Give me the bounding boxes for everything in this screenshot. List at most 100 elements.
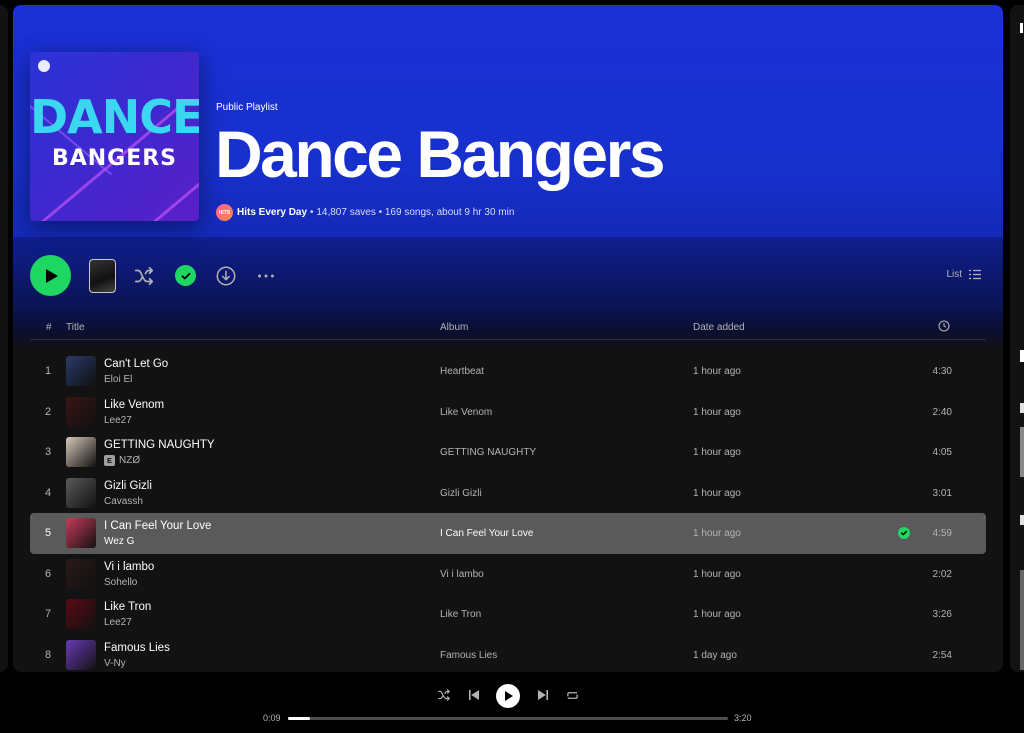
panel-fragment <box>1020 23 1023 33</box>
clock-icon <box>938 320 950 332</box>
app-window: DANCE BANGERS Public Playlist Dance Bang… <box>0 0 1024 733</box>
track-artist[interactable]: Wez G <box>104 536 134 547</box>
track-album[interactable]: Like Tron <box>440 609 481 620</box>
track-duration: 2:02 <box>932 568 952 580</box>
owner-link[interactable]: Hits Every Day <box>237 207 307 218</box>
preview-thumbnail[interactable] <box>89 259 116 293</box>
panel-fragment <box>1020 515 1024 525</box>
track-duration: 4:05 <box>932 447 952 458</box>
owner-avatar[interactable]: HITS <box>216 204 233 221</box>
next-icon <box>538 690 548 700</box>
download-icon <box>216 266 236 286</box>
track-duration: 2:54 <box>932 649 952 661</box>
track-duration: 3:01 <box>932 487 952 499</box>
panel-fragment <box>1020 403 1024 413</box>
track-artist[interactable]: Sohello <box>104 577 137 588</box>
track-artwork <box>66 356 96 386</box>
track-number: 4 <box>44 486 52 499</box>
elapsed-time: 0:09 <box>263 713 281 723</box>
track-row[interactable]: 2 Like Venom Lee27 Like Venom 1 hour ago 2:40 <box>30 392 986 433</box>
left-sidebar-edge <box>0 5 8 672</box>
track-album[interactable]: Vi i lambo <box>440 569 484 580</box>
cover-title-line2: BANGERS <box>51 146 178 171</box>
track-title[interactable]: GETTING NAUGHTY <box>104 439 215 451</box>
playlist-meta: HITS Hits Every Day • 14,807 saves • 169… <box>216 204 514 221</box>
track-artist[interactable]: NZØ <box>119 455 140 466</box>
player-bar: 0:09 3:20 <box>0 675 1024 733</box>
progress-bar[interactable] <box>288 717 728 720</box>
track-title[interactable]: I Can Feel Your Love <box>104 520 211 532</box>
list-icon <box>969 269 981 280</box>
track-row[interactable]: 1 Can't Let Go Eloi El Heartbeat 1 hour ago 4… <box>30 351 986 392</box>
repeat-button[interactable] <box>564 687 580 703</box>
track-album[interactable]: Like Venom <box>440 407 492 418</box>
next-button[interactable] <box>535 687 551 703</box>
player-play-button[interactable] <box>496 684 520 708</box>
track-row[interactable]: 3 GETTING NAUGHTY E NZØ GETTING NAUGHTY 1 hou… <box>30 432 986 473</box>
liked-button[interactable] <box>898 527 910 539</box>
view-mode-button[interactable]: List <box>946 269 981 280</box>
track-artwork <box>66 437 96 467</box>
track-row[interactable]: 8 Famous Lies V-Ny Famous Lies 1 day ago 2:54 <box>30 635 986 673</box>
track-number: 6 <box>44 567 52 580</box>
track-date-added: 1 hour ago <box>693 406 741 418</box>
saved-to-library-button[interactable] <box>175 265 196 286</box>
track-date-added: 1 day ago <box>693 649 737 661</box>
download-button[interactable] <box>215 265 237 287</box>
track-artist[interactable]: Lee27 <box>104 415 132 426</box>
track-artwork <box>66 639 96 670</box>
playlist-stats: • 14,807 saves • 169 songs, about 9 hr 3… <box>310 207 515 218</box>
shuffle-button[interactable] <box>133 265 155 287</box>
track-row[interactable]: 5 I Can Feel Your Love Wez G I Can Feel You… <box>30 513 986 554</box>
column-title[interactable]: Title <box>66 322 85 333</box>
page-title: Dance Bangers <box>215 117 666 191</box>
track-artwork <box>66 396 96 427</box>
more-options-button[interactable] <box>255 265 277 287</box>
track-duration: 4:59 <box>932 528 952 539</box>
track-album[interactable]: Famous Lies <box>440 650 497 661</box>
shuffle-icon <box>438 689 450 701</box>
right-panel-edge <box>1010 5 1024 672</box>
column-duration[interactable] <box>938 320 950 335</box>
spotify-logo-icon <box>38 60 50 72</box>
track-artist[interactable]: V-Ny <box>104 658 126 669</box>
track-artist[interactable]: Cavassh <box>104 496 143 507</box>
track-artist-line: E NZØ <box>104 455 140 466</box>
column-album[interactable]: Album <box>440 322 468 333</box>
playlist-cover[interactable]: DANCE BANGERS <box>30 52 199 221</box>
previous-button[interactable] <box>466 687 482 703</box>
track-date-added: 1 hour ago <box>693 366 741 377</box>
track-title[interactable]: Can't Let Go <box>104 358 168 370</box>
track-artist[interactable]: Eloi El <box>104 374 132 385</box>
track-title[interactable]: Like Venom <box>104 399 164 411</box>
track-row[interactable]: 4 Gizli Gizli Cavassh Gizli Gizli 1 hour ago… <box>30 473 986 514</box>
track-row[interactable]: 7 Like Tron Lee27 Like Tron 1 hour ago 3:26 <box>30 594 986 635</box>
track-number: 8 <box>44 648 52 661</box>
track-artist-line: Sohello <box>104 577 137 588</box>
panel-fragment <box>1020 570 1024 670</box>
play-button[interactable] <box>30 255 71 296</box>
track-artist[interactable]: Lee27 <box>104 617 132 628</box>
track-album[interactable]: Gizli Gizli <box>440 488 482 499</box>
view-mode-label: List <box>946 269 962 280</box>
track-number: 2 <box>44 405 52 418</box>
track-title[interactable]: Gizli Gizli <box>104 480 152 492</box>
track-date-added: 1 hour ago <box>693 568 741 580</box>
track-duration: 3:26 <box>932 609 952 620</box>
track-number: 1 <box>44 365 52 377</box>
track-album[interactable]: I Can Feel Your Love <box>440 528 533 539</box>
track-title[interactable]: Vi i lambo <box>104 561 154 573</box>
track-artwork <box>66 518 96 548</box>
progress-fill <box>288 717 310 720</box>
track-title[interactable]: Famous Lies <box>104 642 170 654</box>
check-icon <box>900 530 908 536</box>
track-row[interactable]: 6 Vi i lambo Sohello Vi i lambo 1 hour ago 2:… <box>30 554 986 595</box>
cover-title-line1: DANCE <box>30 90 199 144</box>
column-date-added[interactable]: Date added <box>693 322 745 333</box>
action-bar: List <box>13 255 1003 297</box>
player-shuffle-button[interactable] <box>436 687 452 703</box>
track-album[interactable]: GETTING NAUGHTY <box>440 447 536 458</box>
track-album[interactable]: Heartbeat <box>440 366 484 377</box>
track-title[interactable]: Like Tron <box>104 601 151 613</box>
more-icon <box>258 274 274 278</box>
